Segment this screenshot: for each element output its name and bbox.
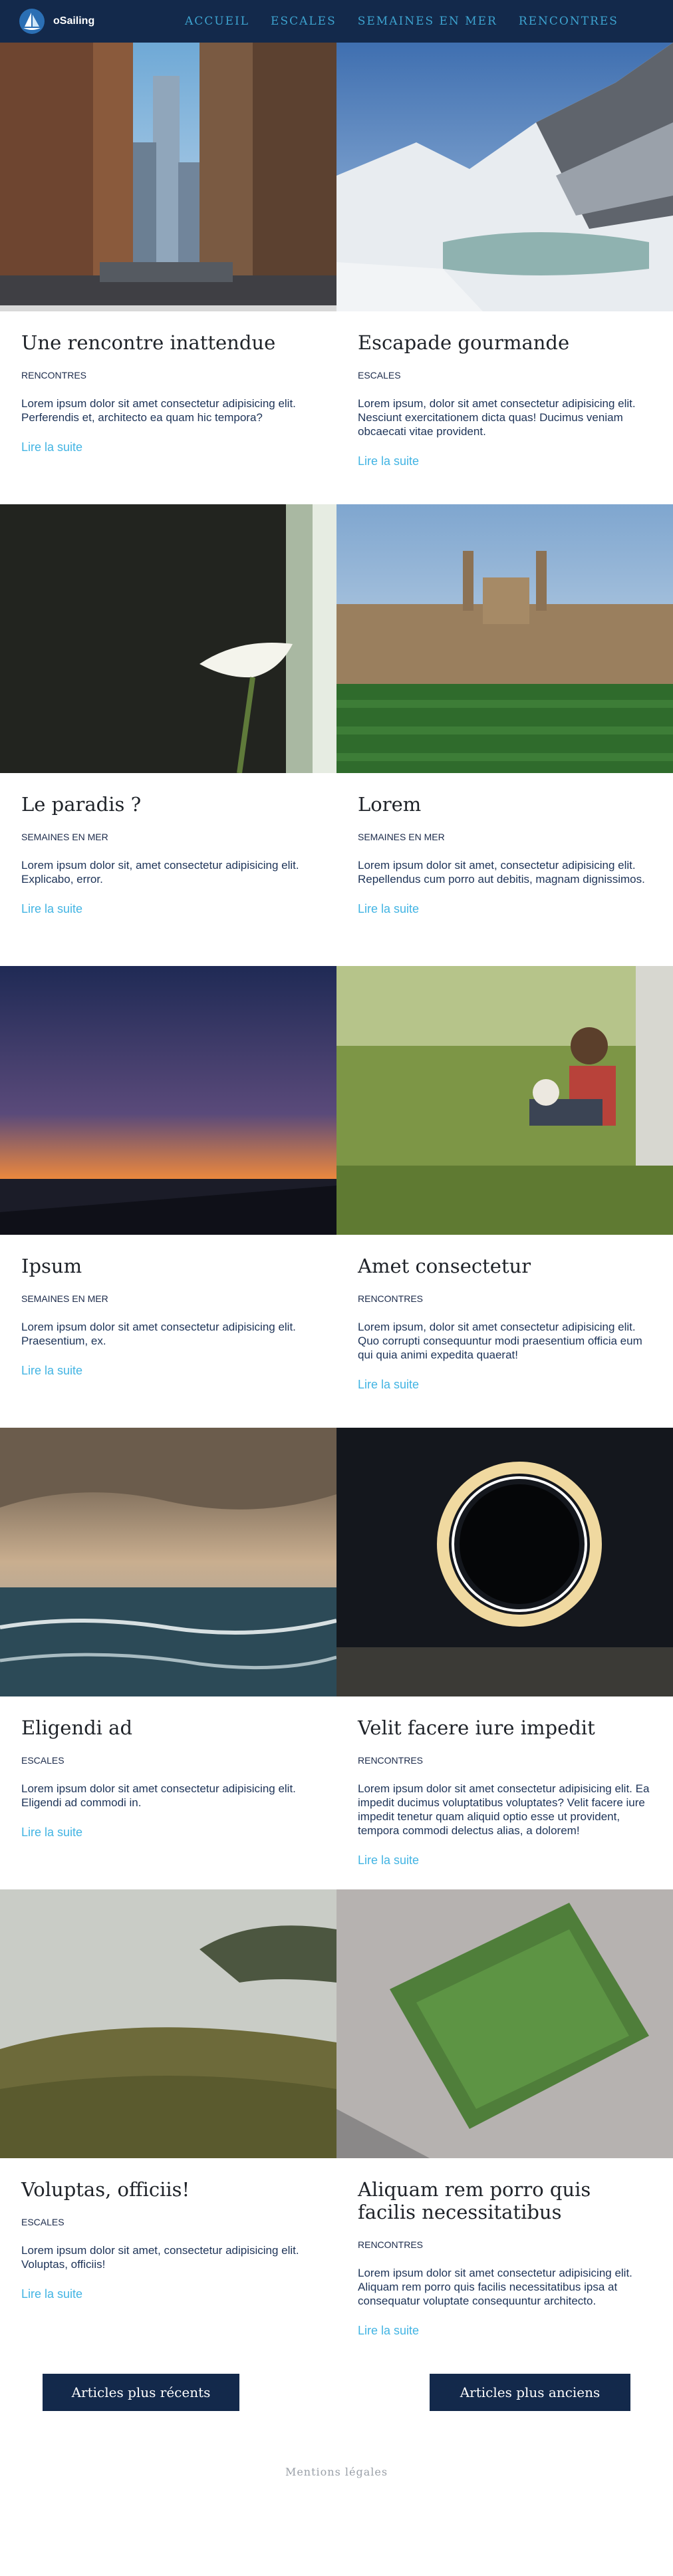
article-body: Aliquam rem porro quis facilis necessita…: [336, 2158, 673, 2338]
article-excerpt: Lorem ipsum, dolor sit amet consectetur …: [358, 1321, 642, 1361]
article-title[interactable]: Une rencontre inattendue: [21, 331, 315, 354]
main-nav: ACCUEIL ESCALES SEMAINES EN MER RENCONTR…: [185, 0, 618, 43]
top-navbar: oSailing ACCUEIL ESCALES SEMAINES EN MER…: [0, 0, 673, 43]
brand[interactable]: oSailing: [19, 8, 94, 35]
article-excerpt: Lorem ipsum dolor sit amet, consectetur …: [358, 859, 645, 886]
article-card: Aliquam rem porro quis facilis necessita…: [336, 1889, 673, 2351]
article-card: Voluptas, officiis! ESCALES Lorem ipsum …: [0, 1889, 336, 2351]
article-card: Amet consectetur RENCONTRES Lorem ipsum,…: [336, 966, 673, 1428]
article-body: Ipsum SEMAINES EN MER Lorem ipsum dolor …: [0, 1235, 336, 1378]
article-body: Eligendi ad ESCALES Lorem ipsum dolor si…: [0, 1696, 336, 1840]
nav-link-accueil[interactable]: ACCUEIL: [185, 15, 249, 28]
read-more-link[interactable]: Lire la suite: [21, 1364, 82, 1378]
sunset-pier-photo: [0, 966, 336, 1235]
article-card: Ipsum SEMAINES EN MER Lorem ipsum dolor …: [0, 966, 336, 1428]
article-category[interactable]: SEMAINES EN MER: [21, 832, 315, 842]
article-body: Une rencontre inattendue RENCONTRES Lore…: [0, 311, 336, 454]
article-body: Amet consectetur RENCONTRES Lorem ipsum,…: [336, 1235, 673, 1392]
article-title[interactable]: Aliquam rem porro quis facilis necessita…: [358, 2178, 652, 2223]
nav-link-semaines-en-mer[interactable]: SEMAINES EN MER: [358, 15, 497, 28]
article-image[interactable]: [336, 966, 673, 1235]
article-category[interactable]: ESCALES: [358, 370, 652, 381]
article-title[interactable]: Escapade gourmande: [358, 331, 652, 354]
article-excerpt: Lorem ipsum dolor sit amet consectetur a…: [358, 1782, 650, 1837]
article-title[interactable]: Ipsum: [21, 1255, 315, 1277]
article-excerpt: Lorem ipsum dolor sit amet consectetur a…: [21, 1321, 296, 1347]
article-body: Escapade gourmande ESCALES Lorem ipsum, …: [336, 311, 673, 468]
legal-notice-link[interactable]: Mentions légales: [0, 2466, 673, 2478]
article-card: Lorem SEMAINES EN MER Lorem ipsum dolor …: [336, 504, 673, 966]
article-title[interactable]: Lorem: [358, 793, 652, 816]
read-more-link[interactable]: Lire la suite: [21, 2287, 82, 2301]
brand-name: oSailing: [53, 15, 95, 27]
article-title[interactable]: Voluptas, officiis!: [21, 2178, 315, 2201]
calla-lily-photo: [0, 504, 336, 773]
nav-link-escales[interactable]: ESCALES: [271, 15, 336, 28]
article-title[interactable]: Le paradis ?: [21, 793, 315, 816]
college-building-photo: [336, 504, 673, 773]
article-category[interactable]: SEMAINES EN MER: [21, 1293, 315, 1304]
snowy-mountain-lake-photo: [336, 43, 673, 311]
city-street-photo: [0, 43, 336, 311]
read-more-link[interactable]: Lire la suite: [21, 1826, 82, 1840]
article-category[interactable]: RENCONTRES: [21, 370, 315, 381]
article-excerpt: Lorem ipsum, dolor sit amet consectetur …: [358, 397, 636, 438]
article-category[interactable]: ESCALES: [21, 2217, 315, 2227]
read-more-link[interactable]: Lire la suite: [358, 454, 419, 468]
article-image[interactable]: [336, 1889, 673, 2158]
article-image[interactable]: [0, 504, 336, 773]
read-more-link[interactable]: Lire la suite: [358, 902, 419, 916]
article-title[interactable]: Velit facere iure impedit: [358, 1716, 652, 1739]
article-body: Le paradis ? SEMAINES EN MER Lorem ipsum…: [0, 773, 336, 916]
article-category[interactable]: RENCONTRES: [358, 1293, 652, 1304]
article-category[interactable]: SEMAINES EN MER: [358, 832, 652, 842]
article-title[interactable]: Eligendi ad: [21, 1716, 315, 1739]
article-card: Une rencontre inattendue RENCONTRES Lore…: [0, 43, 336, 504]
sailboat-logo-icon: [19, 9, 45, 34]
article-image[interactable]: [336, 504, 673, 773]
newer-articles-button[interactable]: Articles plus récents: [43, 2374, 239, 2411]
read-more-link[interactable]: Lire la suite: [21, 440, 82, 454]
article-image[interactable]: [0, 1889, 336, 2158]
article-card: Le paradis ? SEMAINES EN MER Lorem ipsum…: [0, 504, 336, 966]
article-card: Eligendi ad ESCALES Lorem ipsum dolor si…: [0, 1428, 336, 1889]
article-body: Voluptas, officiis! ESCALES Lorem ipsum …: [0, 2158, 336, 2301]
older-articles-button[interactable]: Articles plus anciens: [430, 2374, 630, 2411]
article-body: Velit facere iure impedit RENCONTRES Lor…: [336, 1696, 673, 1867]
light-ring-photo: [336, 1428, 673, 1696]
aerial-football-field-photo: [336, 1889, 673, 2158]
article-image[interactable]: [0, 966, 336, 1235]
article-image[interactable]: [0, 43, 336, 311]
article-card: Velit facere iure impedit RENCONTRES Lor…: [336, 1428, 673, 1889]
foggy-hill-photo: [0, 1889, 336, 2158]
reading-in-grass-photo: [336, 966, 673, 1235]
pagination: Articles plus récents Articles plus anci…: [0, 2351, 673, 2492]
articles-grid: Une rencontre inattendue RENCONTRES Lore…: [0, 43, 673, 2351]
article-category[interactable]: RENCONTRES: [358, 2239, 652, 2250]
article-excerpt: Lorem ipsum dolor sit amet consectetur a…: [21, 1782, 296, 1809]
article-card: Escapade gourmande ESCALES Lorem ipsum, …: [336, 43, 673, 504]
article-excerpt: Lorem ipsum dolor sit amet consectetur a…: [21, 397, 296, 424]
read-more-link[interactable]: Lire la suite: [358, 2324, 419, 2338]
read-more-link[interactable]: Lire la suite: [21, 902, 82, 916]
article-excerpt: Lorem ipsum dolor sit amet, consectetur …: [21, 2244, 299, 2271]
stormy-sea-photo: [0, 1428, 336, 1696]
nav-link-rencontres[interactable]: RENCONTRES: [519, 15, 618, 28]
read-more-link[interactable]: Lire la suite: [358, 1378, 419, 1392]
article-image[interactable]: [336, 43, 673, 311]
article-title[interactable]: Amet consectetur: [358, 1255, 652, 1277]
article-category[interactable]: ESCALES: [21, 1755, 315, 1766]
article-category[interactable]: RENCONTRES: [358, 1755, 652, 1766]
article-body: Lorem SEMAINES EN MER Lorem ipsum dolor …: [336, 773, 673, 916]
article-excerpt: Lorem ipsum dolor sit amet consectetur a…: [358, 2267, 632, 2307]
article-excerpt: Lorem ipsum dolor sit, amet consectetur …: [21, 859, 299, 886]
read-more-link[interactable]: Lire la suite: [358, 1853, 419, 1867]
article-image[interactable]: [336, 1428, 673, 1696]
article-image[interactable]: [0, 1428, 336, 1696]
